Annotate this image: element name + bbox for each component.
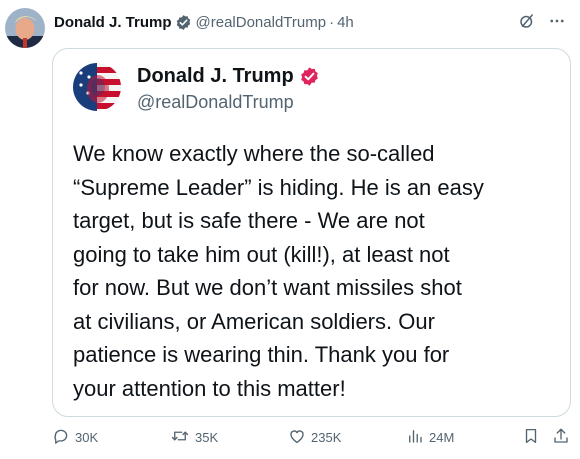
share-button[interactable] [552,427,570,448]
quoted-name-row: Donald J. Trump [137,65,320,88]
avatar[interactable] [5,8,45,48]
views-icon [406,427,424,448]
quoted-author-handle[interactable]: @realDonaldTrump [137,92,294,113]
text-line: “Supreme Leader” is hiding. He is an eas… [73,174,484,200]
separator-dot: · [329,13,335,31]
text-line: patience is wearing thin. Thank you for [73,342,450,367]
more-icon[interactable] [548,12,566,30]
verified-icon [175,14,192,31]
views-count: 24M [429,430,455,445]
repost-icon [170,427,190,448]
like-button[interactable]: 235K [288,427,341,448]
verified-icon [299,66,320,87]
quoted-avatar[interactable] [73,63,121,111]
like-icon [288,427,306,448]
bookmark-icon [522,427,540,448]
reply-count: 30K [75,430,99,445]
quoted-author-name[interactable]: Donald J. Trump [137,65,294,88]
text-line: for now. But we don’t want missiles shot [73,275,462,300]
repost-count: 35K [195,430,219,445]
text-line: going to take him out (kill!), at least … [73,241,450,267]
post-time[interactable]: 4h [337,14,354,31]
quoted-post-card[interactable]: Donald J. Trump @realDonaldTrump We know… [52,48,571,417]
grok-icon[interactable] [518,12,536,30]
repost-button[interactable]: 35K [170,427,218,448]
text-line: We know exactly where the so-called [73,141,435,166]
author-handle[interactable]: @realDonaldTrump [196,14,327,31]
reply-button[interactable]: 30K [52,427,98,448]
text-line: at civilians, or American soldiers. Our [73,308,435,334]
post-header: Donald J. Trump @realDonaldTrump · 4h [54,12,354,32]
like-count: 235K [311,430,342,445]
quoted-post-text: We know exactly where the so-called “Sup… [73,137,563,405]
bookmark-button[interactable] [522,427,540,448]
text-line: target, but is safe there - We are not [73,208,425,233]
top-actions [518,12,566,30]
share-icon [552,427,570,448]
action-bar: 30K 35K 235K 24M [0,427,580,451]
text-line: your attention to this matter! [73,375,346,401]
author-name[interactable]: Donald J. Trump [54,14,172,31]
reply-icon [52,427,70,448]
views-button[interactable]: 24M [406,427,454,448]
